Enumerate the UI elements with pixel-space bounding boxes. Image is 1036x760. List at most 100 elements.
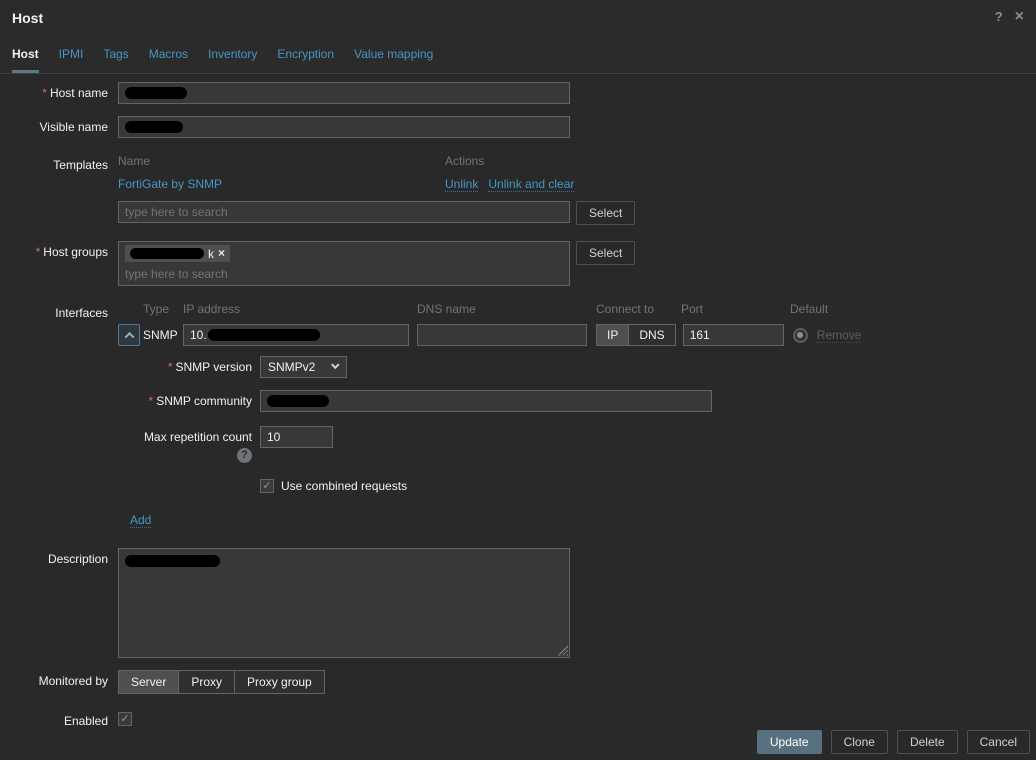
collapse-interface-button[interactable] <box>118 324 140 346</box>
max-repetition-label: Max repetition count <box>144 430 252 444</box>
host-groups-select-button[interactable]: Select <box>576 241 635 265</box>
monitored-by-toggle: Server Proxy Proxy group <box>118 670 325 694</box>
col-type: Type <box>143 302 183 316</box>
monitored-by-proxy-group-button[interactable]: Proxy group <box>234 671 324 693</box>
col-dns-name: DNS name <box>417 302 596 316</box>
visible-name-input[interactable] <box>118 116 570 138</box>
linked-template-row: FortiGate by SNMP Unlink Unlink and clea… <box>118 177 635 192</box>
tab-tags[interactable]: Tags <box>103 47 128 73</box>
templates-col-name: Name <box>118 154 445 168</box>
redacted-community <box>267 395 329 407</box>
chip-remove-icon[interactable]: × <box>218 246 225 261</box>
monitored-by-row: Monitored by Server Proxy Proxy group <box>0 670 1036 694</box>
col-port: Port <box>681 302 790 316</box>
description-row: Description <box>0 548 1036 658</box>
close-icon[interactable]: × <box>1015 10 1024 24</box>
snmp-version-label: SNMP version <box>176 360 252 374</box>
max-repetition-input[interactable] <box>260 426 333 448</box>
help-hint-icon[interactable]: ? <box>237 448 252 463</box>
snmp-version-value: SNMPv2 <box>268 360 315 374</box>
connect-to-ip-button[interactable]: IP <box>597 325 628 345</box>
visible-name-row: Visible name <box>0 116 1036 138</box>
template-select-button[interactable]: Select <box>576 201 635 225</box>
host-name-row: *Host name <box>0 82 1036 104</box>
redacted-visible-name <box>125 121 183 133</box>
tab-encryption[interactable]: Encryption <box>277 47 334 73</box>
dialog-header: Host ? × <box>0 0 1036 26</box>
required-marker: * <box>42 86 47 100</box>
combined-requests-row: ✓ Use combined requests <box>128 479 1036 493</box>
add-interface-link[interactable]: Add <box>130 513 151 528</box>
host-groups-search-placeholder[interactable]: type here to search <box>125 267 563 281</box>
combined-requests-label: Use combined requests <box>281 479 407 493</box>
interfaces-header: Type IP address DNS name Connect to Port… <box>118 302 861 316</box>
templates-row: Templates Name Actions FortiGate by SNMP… <box>0 154 1036 225</box>
redacted-host-name <box>125 87 187 99</box>
template-link[interactable]: FortiGate by SNMP <box>118 177 222 191</box>
default-interface-radio[interactable] <box>793 328 808 343</box>
snmp-community-row: *SNMP community <box>128 390 1036 412</box>
tab-bar: Host IPMI Tags Macros Inventory Encrypti… <box>0 47 1036 73</box>
description-label: Description <box>0 548 118 566</box>
host-groups-multiselect[interactable]: k × type here to search <box>118 241 570 286</box>
unlink-and-clear-link[interactable]: Unlink and clear <box>488 177 574 192</box>
host-groups-row: *Host groups k × type here to search Sel… <box>0 241 1036 286</box>
templates-label: Templates <box>0 154 118 172</box>
connect-to-dns-button[interactable]: DNS <box>628 325 674 345</box>
monitored-by-proxy-button[interactable]: Proxy <box>178 671 234 693</box>
snmp-community-input[interactable] <box>260 390 712 412</box>
enabled-label: Enabled <box>0 710 118 728</box>
ip-prefix: 10. <box>190 328 207 342</box>
dns-name-input[interactable] <box>417 324 587 346</box>
port-input[interactable] <box>683 324 784 346</box>
help-icon[interactable]: ? <box>995 10 1003 24</box>
tab-inventory[interactable]: Inventory <box>208 47 257 73</box>
chevron-down-icon <box>331 361 339 369</box>
clone-button[interactable]: Clone <box>831 730 888 754</box>
tab-host[interactable]: Host <box>12 47 39 73</box>
chevron-up-icon <box>124 331 134 341</box>
ip-address-input[interactable]: 10. <box>183 324 409 346</box>
tab-value-mapping[interactable]: Value mapping <box>354 47 433 73</box>
combined-requests-checkbox[interactable]: ✓ <box>260 479 274 493</box>
tab-macros[interactable]: Macros <box>149 47 188 73</box>
max-repetition-row: Max repetition count? <box>128 426 1036 463</box>
interfaces-label: Interfaces <box>0 302 118 320</box>
templates-col-actions: Actions <box>445 154 484 168</box>
snmp-community-label: SNMP community <box>156 394 252 408</box>
interfaces-row: Interfaces Type IP address DNS name Conn… <box>0 302 1036 346</box>
interface-type: SNMP <box>143 328 183 342</box>
host-tab-content: *Host name Visible name Templates Name A… <box>0 73 1036 760</box>
unlink-link[interactable]: Unlink <box>445 177 478 192</box>
tab-ipmi[interactable]: IPMI <box>59 47 84 73</box>
col-connect-to: Connect to <box>596 302 681 316</box>
dialog-footer: Update Clone Delete Cancel <box>757 730 1030 754</box>
required-marker: * <box>36 245 41 259</box>
snmp-version-select[interactable]: SNMPv2 <box>260 356 347 378</box>
host-name-label: Host name <box>50 86 108 100</box>
enabled-row: Enabled ✓ <box>0 710 1036 728</box>
remove-interface-link: Remove <box>817 328 862 343</box>
host-group-chip-remnant: k <box>208 247 214 261</box>
description-textarea[interactable] <box>118 548 570 658</box>
delete-button[interactable]: Delete <box>897 730 958 754</box>
redacted-host-group <box>130 248 204 259</box>
cancel-button[interactable]: Cancel <box>967 730 1030 754</box>
host-group-chip: k × <box>125 245 230 262</box>
enabled-checkbox[interactable]: ✓ <box>118 712 132 726</box>
dialog-title: Host <box>12 10 43 26</box>
template-search-input[interactable] <box>118 201 570 223</box>
monitored-by-label: Monitored by <box>0 670 118 688</box>
monitored-by-server-button[interactable]: Server <box>119 671 178 693</box>
connect-to-toggle: IP DNS <box>596 324 676 346</box>
col-ip-address: IP address <box>183 302 417 316</box>
host-name-input[interactable] <box>118 82 570 104</box>
resize-grip[interactable] <box>557 645 568 656</box>
templates-header: Name Actions <box>118 154 635 168</box>
snmp-interface-row: SNMP 10. IP DNS Remove <box>118 324 861 346</box>
redacted-description <box>125 555 220 567</box>
required-marker: * <box>149 394 154 408</box>
host-groups-label: Host groups <box>43 245 108 259</box>
update-button[interactable]: Update <box>757 730 822 754</box>
required-marker: * <box>168 360 173 374</box>
